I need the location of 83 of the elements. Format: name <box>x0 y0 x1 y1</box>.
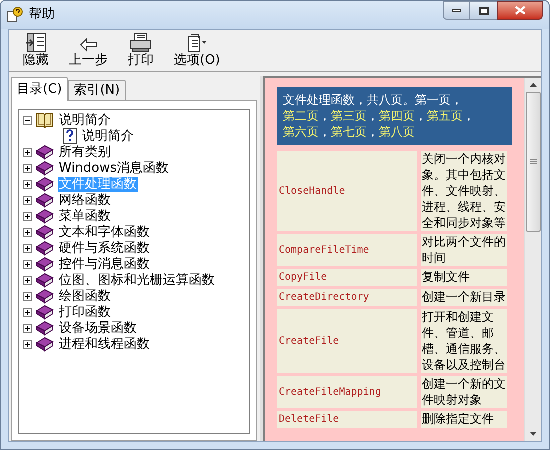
closed-book-icon <box>36 320 54 336</box>
maximize-button[interactable] <box>470 1 497 20</box>
tree-item[interactable]: 所有类别 <box>58 144 112 160</box>
function-link[interactable]: CreateDirectory <box>279 290 370 305</box>
page-link[interactable]: 第三页 <box>331 109 367 123</box>
function-link[interactable]: CreateFileMapping <box>279 384 382 400</box>
page-link[interactable]: 第六页 <box>283 125 319 139</box>
expand-icon[interactable] <box>23 308 32 316</box>
closed-book-icon <box>36 272 54 288</box>
page-link[interactable]: 第二页 <box>283 109 319 123</box>
closed-book-icon <box>36 208 54 224</box>
tab[interactable]: 目录(C) <box>11 77 68 101</box>
tree-item[interactable]: 硬件与系统函数 <box>58 240 151 256</box>
description-cell: 打开和创建文件、管道、邮槽、通信服务、设备以及控制台 <box>421 309 507 373</box>
expand-icon[interactable] <box>23 276 32 284</box>
tree-item[interactable]: 控件与消息函数 <box>58 256 151 272</box>
closed-book-icon <box>36 144 54 160</box>
function-link[interactable]: CompareFileTime <box>279 242 370 258</box>
tree-item[interactable]: 菜单函数 <box>58 208 112 224</box>
closed-book-icon <box>36 336 54 352</box>
expand-icon[interactable] <box>23 244 32 252</box>
tree-item[interactable]: 进程和线程函数 <box>58 336 151 352</box>
scroll-thumb[interactable] <box>526 92 540 232</box>
page-link[interactable]: 第四页 <box>379 109 415 123</box>
closed-book-icon <box>36 176 54 192</box>
tree-item[interactable]: 设备场景函数 <box>58 320 138 336</box>
toolbar-button[interactable]: 隐藏 <box>23 33 49 68</box>
description-cell: 创建一个新的文件映射对象 <box>421 376 507 408</box>
expand-icon[interactable] <box>23 196 32 204</box>
description-cell: 删除指定文件 <box>421 411 507 428</box>
open-book-icon <box>36 112 54 128</box>
closed-book-icon <box>36 192 54 208</box>
printer-icon <box>130 33 152 53</box>
minimize-button[interactable] <box>443 1 470 20</box>
expand-icon[interactable] <box>23 212 32 220</box>
closed-book-icon <box>36 160 54 176</box>
function-link[interactable]: DeleteFile <box>279 412 340 427</box>
tree-item[interactable]: Windows消息函数 <box>58 160 170 176</box>
hide-pane-icon <box>25 33 47 53</box>
description-cell: 关闭一个内核对象。其中包括文件、文件映射、进程、线程、安全和同步对象等 <box>421 151 507 231</box>
expand-icon[interactable] <box>23 228 32 236</box>
toolbar-button[interactable]: 打印 <box>128 33 154 68</box>
page-header: 文件处理函数，共八页。第一页， 第二页，第三页，第四页，第五页， 第六页，第七页，第八页 <box>277 87 512 145</box>
closed-book-icon <box>36 256 54 272</box>
page-link[interactable]: 第五页 <box>427 109 463 123</box>
closed-book-icon <box>36 288 54 304</box>
expand-icon[interactable] <box>23 148 32 156</box>
toolbar-button[interactable]: 选项(O) <box>174 33 220 68</box>
tree-item[interactable]: 打印函数 <box>58 304 112 320</box>
description-cell: 创建一个新目录 <box>421 289 507 306</box>
close-icon <box>514 6 526 15</box>
scrollbar[interactable] <box>524 78 541 441</box>
window-title: 帮助 <box>29 6 55 24</box>
page-link[interactable]: 第八页 <box>379 125 415 139</box>
expand-icon[interactable] <box>23 340 32 348</box>
expand-icon[interactable] <box>23 260 32 268</box>
closed-book-icon <box>36 304 54 320</box>
close-button[interactable] <box>497 1 543 20</box>
tab[interactable]: 索引(N) <box>68 80 126 100</box>
description-cell: 复制文件 <box>421 269 507 286</box>
tree-item[interactable]: 说明简介 <box>81 128 135 144</box>
closed-book-icon <box>36 224 54 240</box>
collapse-icon[interactable] <box>23 116 32 124</box>
options-icon <box>186 33 208 53</box>
tree-item[interactable]: 绘图函数 <box>58 288 112 304</box>
tree-item[interactable]: 位图、图标和光栅运算函数 <box>58 272 216 288</box>
expand-icon[interactable] <box>23 180 32 188</box>
tree-item[interactable]: 文本和字体函数 <box>58 224 151 240</box>
function-link[interactable]: CloseHandle <box>279 184 346 198</box>
back-arrow-icon <box>78 37 98 53</box>
help-page-icon <box>63 128 77 144</box>
function-link[interactable]: CreateFile <box>279 334 340 348</box>
toolbar-button[interactable]: 上一步 <box>69 37 108 68</box>
expand-icon[interactable] <box>23 324 32 332</box>
description-cell: 对比两个文件的时间 <box>421 234 507 266</box>
function-link[interactable]: CopyFile <box>279 270 328 285</box>
expand-icon[interactable] <box>23 164 32 172</box>
page-link[interactable]: 第七页 <box>331 125 367 139</box>
help-icon <box>7 7 23 23</box>
tree-item[interactable]: 网络函数 <box>58 192 112 208</box>
expand-icon[interactable] <box>23 292 32 300</box>
tree-item[interactable]: 说明简介 <box>58 112 112 128</box>
closed-book-icon <box>36 240 54 256</box>
